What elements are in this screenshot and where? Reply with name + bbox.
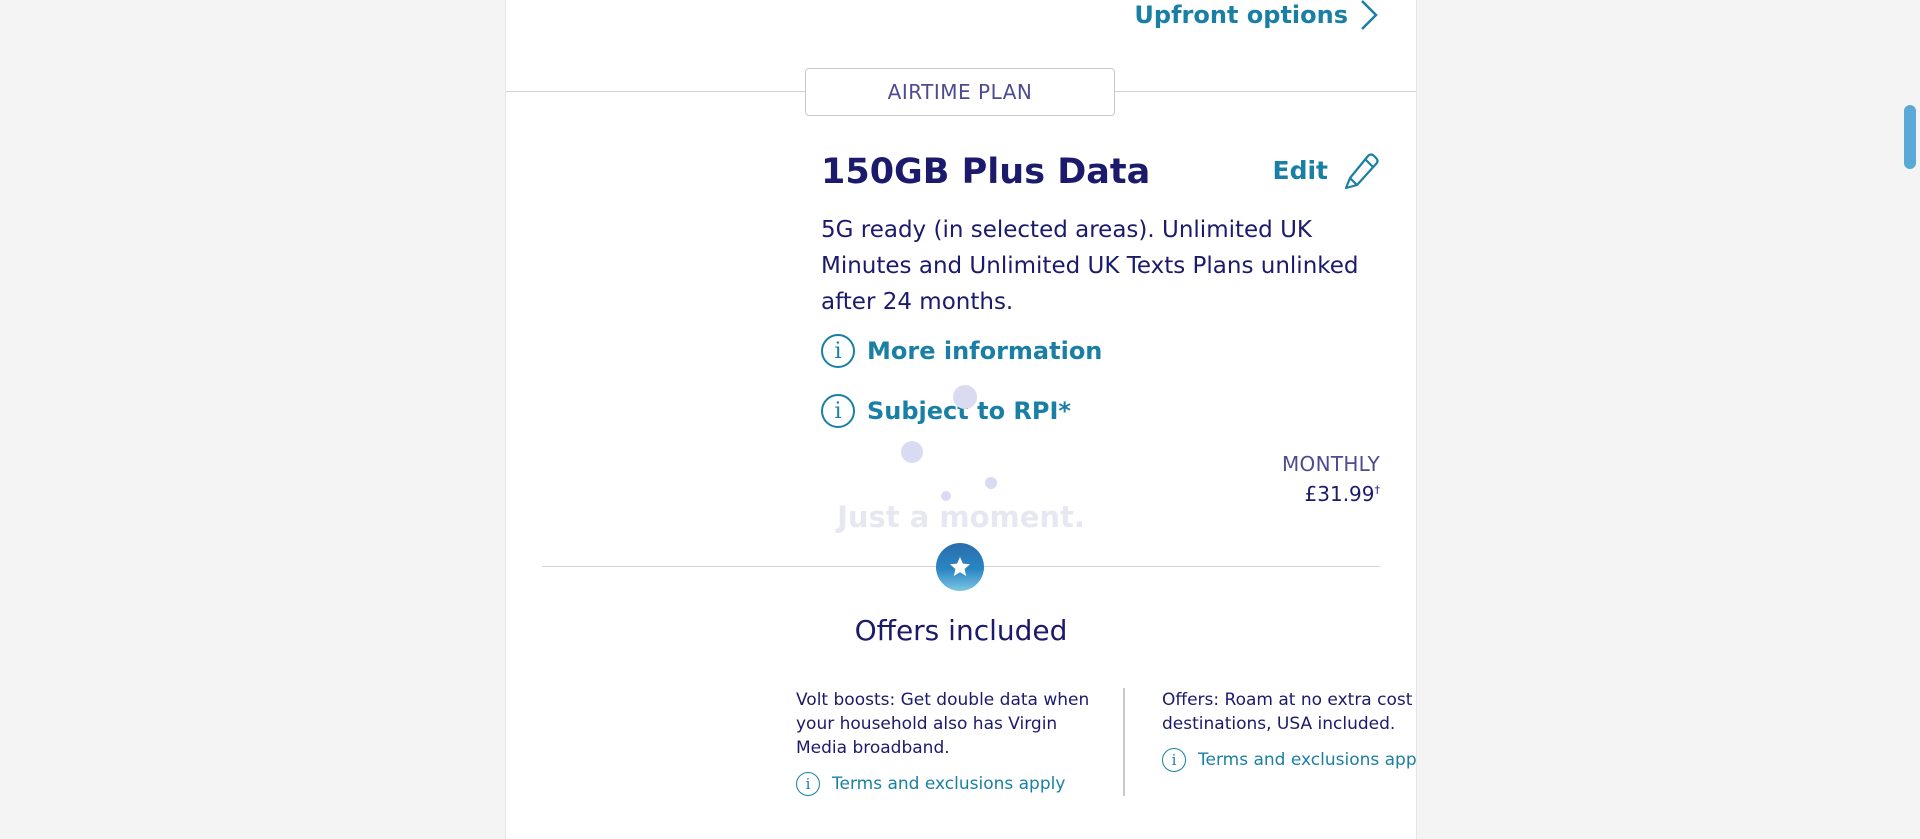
terms-label: Terms and exclusions apply bbox=[1198, 750, 1417, 770]
price-value: £31.99† bbox=[1282, 482, 1380, 506]
terms-link[interactable]: i Terms and exclusions apply bbox=[796, 772, 1096, 796]
offer-text: Volt boosts: Get double data when your h… bbox=[796, 690, 1090, 758]
info-icon: i bbox=[1162, 748, 1186, 772]
loader-dot bbox=[985, 477, 997, 489]
terms-link[interactable]: i Terms and exclusions apply bbox=[1162, 748, 1417, 772]
info-icon: i bbox=[796, 772, 820, 796]
basket-card: Upfront options AIRTIME PLAN 150GB Plus … bbox=[505, 0, 1417, 839]
airtime-plan-tag: AIRTIME PLAN bbox=[805, 68, 1115, 116]
chevron-right-icon bbox=[1361, 0, 1378, 30]
offer-item: Volt boosts: Get double data when your h… bbox=[796, 688, 1096, 796]
price-footnote-marker: † bbox=[1374, 483, 1381, 497]
edit-label: Edit bbox=[1272, 155, 1329, 185]
price-amount: £31.99 bbox=[1304, 482, 1375, 506]
plan-title: 150GB Plus Data bbox=[821, 152, 1151, 192]
loading-message: Just a moment. bbox=[837, 500, 1085, 534]
loader-dot bbox=[901, 441, 923, 463]
scrollbar-thumb[interactable] bbox=[1904, 105, 1916, 169]
info-icon: i bbox=[821, 334, 855, 368]
offer-text: Offers: Roam at no extra cost in destina… bbox=[1162, 690, 1417, 734]
upfront-options-link[interactable]: Upfront options bbox=[1134, 0, 1380, 30]
loader-dot bbox=[953, 385, 977, 409]
edit-plan-button[interactable]: Edit bbox=[1273, 150, 1381, 190]
star-icon bbox=[936, 543, 984, 591]
more-information-link[interactable]: i More information bbox=[821, 334, 1102, 368]
plan-description: 5G ready (in selected areas). Unlimited … bbox=[821, 217, 1359, 315]
subject-to-rpi-link[interactable]: i Subject to RPI* bbox=[821, 394, 1071, 428]
offer-separator bbox=[1123, 688, 1125, 796]
price-label: MONTHLY bbox=[1281, 452, 1380, 476]
more-information-label: More information bbox=[867, 337, 1103, 365]
offers-title: Offers included bbox=[854, 614, 1068, 647]
info-icon: i bbox=[821, 394, 855, 428]
pencil-icon bbox=[1344, 153, 1379, 190]
terms-label: Terms and exclusions apply bbox=[832, 774, 1066, 794]
upfront-options-label: Upfront options bbox=[1134, 1, 1348, 29]
monthly-price: MONTHLY £31.99† bbox=[1282, 452, 1380, 506]
offer-item: Offers: Roam at no extra cost in destina… bbox=[1162, 688, 1417, 772]
